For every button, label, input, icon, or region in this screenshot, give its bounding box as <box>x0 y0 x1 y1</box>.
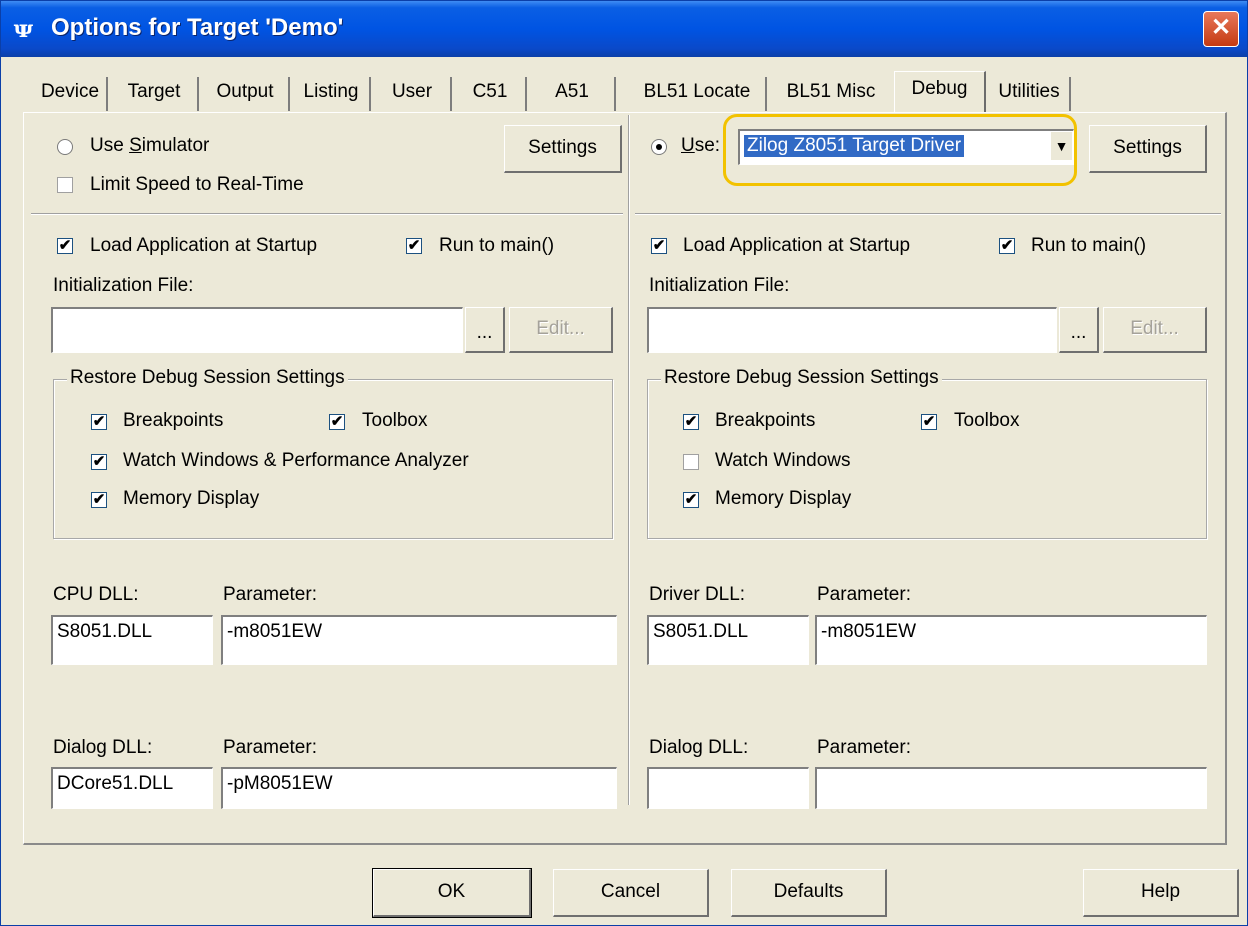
driver-param-label: Parameter: <box>817 584 911 605</box>
tab-bl51-locate[interactable]: BL51 Locate <box>629 77 767 111</box>
right-load-app-label[interactable]: Load Application at Startup <box>683 235 910 257</box>
driver-param-input[interactable]: -m8051EW <box>815 615 1207 665</box>
cpu-dll-label: CPU DLL: <box>53 584 139 605</box>
use-driver-radio[interactable] <box>651 139 667 155</box>
cancel-button[interactable]: Cancel <box>553 869 709 917</box>
simulator-settings-button[interactable]: Settings <box>504 125 622 173</box>
use-simulator-radio[interactable] <box>57 139 73 155</box>
cpu-param-input[interactable]: -m8051EW <box>221 615 617 665</box>
memory-display-label[interactable]: Memory Display <box>123 488 259 510</box>
title-bar[interactable]: ᴪ Options for Target 'Demo' ✕ <box>1 1 1247 57</box>
init-file-input[interactable] <box>51 307 463 353</box>
dialog-dll-input[interactable]: DCore51.DLL <box>51 767 213 809</box>
right-toolbox-label[interactable]: Toolbox <box>954 410 1020 432</box>
tab-user[interactable]: User <box>374 77 452 111</box>
right-run-to-main-label[interactable]: Run to main() <box>1031 235 1146 257</box>
tab-device[interactable]: Device <box>34 77 108 111</box>
left-separator <box>31 213 623 215</box>
load-app-checkbox[interactable]: ✔ <box>57 238 73 254</box>
right-browse-button[interactable]: ... <box>1059 307 1099 353</box>
right-breakpoints-checkbox[interactable]: ✔ <box>683 414 699 430</box>
right-load-app-checkbox[interactable]: ✔ <box>651 238 667 254</box>
tab-debug[interactable]: Debug <box>894 71 986 113</box>
right-breakpoints-label[interactable]: Breakpoints <box>715 410 815 432</box>
ok-button[interactable]: OK <box>372 868 532 918</box>
window-title: Options for Target 'Demo' <box>51 14 344 41</box>
dialog-param-label: Parameter: <box>223 737 317 758</box>
cpu-dll-input[interactable]: S8051.DLL <box>51 615 213 665</box>
tab-c51[interactable]: C51 <box>455 77 527 111</box>
right-edit-button: Edit... <box>1103 307 1207 353</box>
breakpoints-checkbox[interactable]: ✔ <box>91 414 107 430</box>
right-restore-settings-title: Restore Debug Session Settings <box>661 367 942 389</box>
tab-target[interactable]: Target <box>111 77 199 111</box>
tab-listing[interactable]: Listing <box>293 77 371 111</box>
tab-a51[interactable]: A51 <box>530 77 616 111</box>
dialog-dll-label: Dialog DLL: <box>53 737 153 758</box>
help-button[interactable]: Help <box>1083 869 1239 917</box>
right-watch-windows-checkbox[interactable] <box>683 454 699 470</box>
options-dialog: ᴪ Options for Target 'Demo' ✕ Device Tar… <box>0 0 1248 926</box>
init-file-label: Initialization File: <box>53 275 194 296</box>
right-dialog-param-label: Parameter: <box>817 737 911 758</box>
right-watch-windows-label[interactable]: Watch Windows <box>715 450 851 472</box>
right-run-to-main-checkbox[interactable]: ✔ <box>999 238 1015 254</box>
right-dialog-dll-input[interactable] <box>647 767 809 809</box>
right-memory-display-label[interactable]: Memory Display <box>715 488 851 510</box>
tab-utilities[interactable]: Utilities <box>989 77 1071 111</box>
load-app-label[interactable]: Load Application at Startup <box>90 235 317 257</box>
toolbox-checkbox[interactable]: ✔ <box>329 414 345 430</box>
right-dialog-dll-label: Dialog DLL: <box>649 737 749 758</box>
driver-settings-button[interactable]: Settings <box>1089 125 1207 173</box>
limit-speed-label[interactable]: Limit Speed to Real-Time <box>90 174 304 196</box>
run-to-main-checkbox[interactable]: ✔ <box>406 238 422 254</box>
column-divider <box>628 115 630 805</box>
driver-dll-label: Driver DLL: <box>649 584 746 605</box>
tab-bl51-misc[interactable]: BL51 Misc <box>770 77 892 111</box>
toolbox-label[interactable]: Toolbox <box>362 410 428 432</box>
highlight-annotation <box>723 114 1077 186</box>
defaults-button[interactable]: Defaults <box>731 869 887 917</box>
right-memory-display-checkbox[interactable]: ✔ <box>683 492 699 508</box>
tab-output[interactable]: Output <box>202 77 290 111</box>
use-simulator-label[interactable]: Use Simulator <box>90 135 209 157</box>
right-init-file-input[interactable] <box>647 307 1057 353</box>
breakpoints-label[interactable]: Breakpoints <box>123 410 223 432</box>
cpu-param-label: Parameter: <box>223 584 317 605</box>
limit-speed-checkbox[interactable] <box>57 177 73 193</box>
use-driver-label[interactable]: Use: <box>681 135 720 157</box>
dialog-param-input[interactable]: -pM8051EW <box>221 767 617 809</box>
memory-display-checkbox[interactable]: ✔ <box>91 492 107 508</box>
run-to-main-label[interactable]: Run to main() <box>439 235 554 257</box>
right-toolbox-checkbox[interactable]: ✔ <box>921 414 937 430</box>
right-separator <box>635 213 1221 215</box>
watch-windows-label[interactable]: Watch Windows & Performance Analyzer <box>123 450 469 472</box>
close-button[interactable]: ✕ <box>1203 11 1239 47</box>
edit-button: Edit... <box>509 307 613 353</box>
restore-settings-title: Restore Debug Session Settings <box>67 367 348 389</box>
watch-windows-checkbox[interactable]: ✔ <box>91 454 107 470</box>
uv-icon: ᴪ <box>13 14 34 43</box>
browse-button[interactable]: ... <box>465 307 505 353</box>
right-dialog-param-input[interactable] <box>815 767 1207 809</box>
right-init-file-label: Initialization File: <box>649 275 790 296</box>
driver-dll-input[interactable]: S8051.DLL <box>647 615 809 665</box>
